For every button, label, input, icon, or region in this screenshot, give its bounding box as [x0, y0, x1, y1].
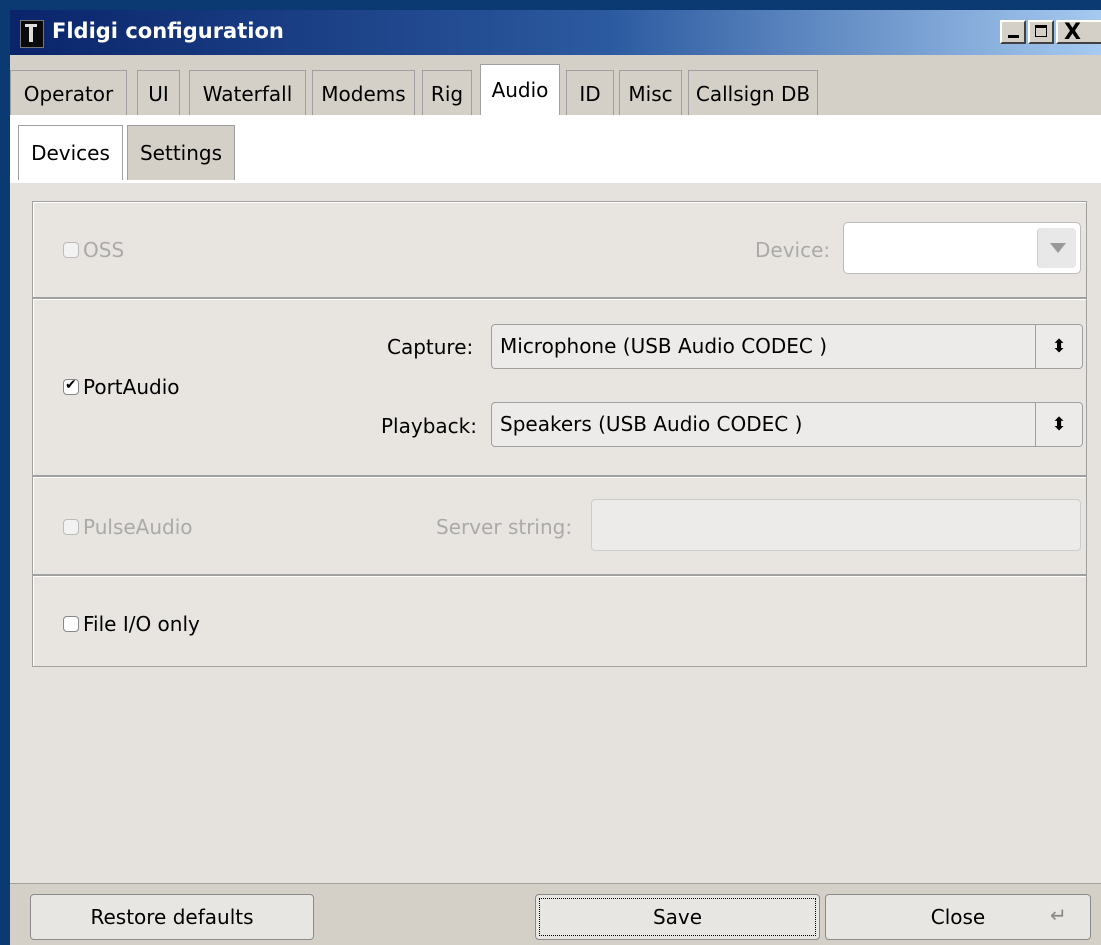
playback-select[interactable]: Speakers (USB Audio CODEC ) ⬍ — [491, 402, 1083, 447]
oss-device-select[interactable] — [843, 222, 1081, 274]
playback-label: Playback: — [381, 414, 477, 438]
title-bar[interactable]: Fldigi configuration X — [10, 10, 1101, 55]
tab-callsign-db[interactable]: Callsign DB — [688, 70, 818, 116]
save-button[interactable]: Save — [535, 894, 820, 940]
enter-key-icon: ↵ — [1050, 903, 1067, 927]
tab-id[interactable]: ID — [566, 70, 614, 116]
oss-checkbox[interactable]: OSS — [63, 238, 124, 262]
oss-group: OSS Device: — [32, 201, 1087, 298]
fileio-checkbox[interactable]: File I/O only — [63, 612, 200, 636]
fileio-checkbox-box — [63, 616, 79, 632]
dropdown-button[interactable] — [1037, 228, 1076, 268]
updown-icon: ⬍ — [1035, 325, 1082, 368]
minimize-icon — [1008, 35, 1019, 38]
oss-checkbox-box — [63, 242, 79, 258]
minimize-button[interactable] — [1000, 20, 1026, 44]
restore-defaults-button[interactable]: Restore defaults — [30, 894, 314, 940]
pulseaudio-group: PulseAudio Server string: — [32, 476, 1087, 575]
sub-tab-bar: Devices Settings — [10, 115, 1101, 180]
capture-value: Microphone (USB Audio CODEC ) — [500, 334, 828, 358]
portaudio-group: PortAudio Capture: Microphone (USB Audio… — [32, 298, 1087, 476]
footer-bar: Restore defaults Save Close ↵ — [10, 883, 1101, 945]
window-title: Fldigi configuration — [52, 19, 284, 43]
tab-ui[interactable]: UI — [137, 70, 180, 116]
server-string-label: Server string: — [436, 515, 573, 539]
pulseaudio-checkbox-box — [63, 519, 79, 535]
device-label: Device: — [755, 238, 831, 262]
chevron-down-icon — [1050, 243, 1066, 253]
main-tab-bar: Operator UI Waterfall Modems Rig Audio I… — [10, 55, 1101, 119]
capture-label: Capture: — [387, 335, 474, 359]
fileio-group: File I/O only — [32, 575, 1087, 667]
tab-modems[interactable]: Modems — [312, 70, 415, 116]
pulseaudio-label: PulseAudio — [83, 515, 193, 539]
tab-misc[interactable]: Misc — [619, 70, 682, 116]
capture-select[interactable]: Microphone (USB Audio CODEC ) ⬍ — [491, 324, 1083, 369]
playback-value: Speakers (USB Audio CODEC ) — [500, 412, 803, 436]
tab-settings[interactable]: Settings — [127, 125, 235, 180]
tab-rig[interactable]: Rig — [422, 70, 472, 116]
maximize-button[interactable] — [1028, 20, 1054, 44]
fldigi-config-window: Fldigi configuration X Operator UI Water… — [10, 10, 1101, 945]
tab-operator[interactable]: Operator — [10, 70, 127, 116]
server-string-input[interactable] — [591, 499, 1081, 551]
pulseaudio-checkbox[interactable]: PulseAudio — [63, 515, 193, 539]
fileio-label: File I/O only — [83, 612, 200, 636]
portaudio-checkbox[interactable]: PortAudio — [63, 375, 180, 399]
app-icon — [20, 20, 44, 48]
tab-audio[interactable]: Audio — [480, 64, 560, 116]
maximize-icon — [1035, 25, 1047, 37]
devices-panel: OSS Device: PortAudio Capture: Microphon… — [10, 180, 1101, 883]
portaudio-label: PortAudio — [83, 375, 180, 399]
portaudio-checkbox-box — [63, 377, 79, 395]
tab-devices[interactable]: Devices — [18, 125, 123, 180]
oss-label: OSS — [83, 238, 125, 262]
updown-icon: ⬍ — [1035, 403, 1082, 446]
close-icon: X — [1064, 20, 1081, 45]
tab-waterfall[interactable]: Waterfall — [189, 70, 306, 116]
close-window-button[interactable]: X — [1056, 20, 1101, 45]
